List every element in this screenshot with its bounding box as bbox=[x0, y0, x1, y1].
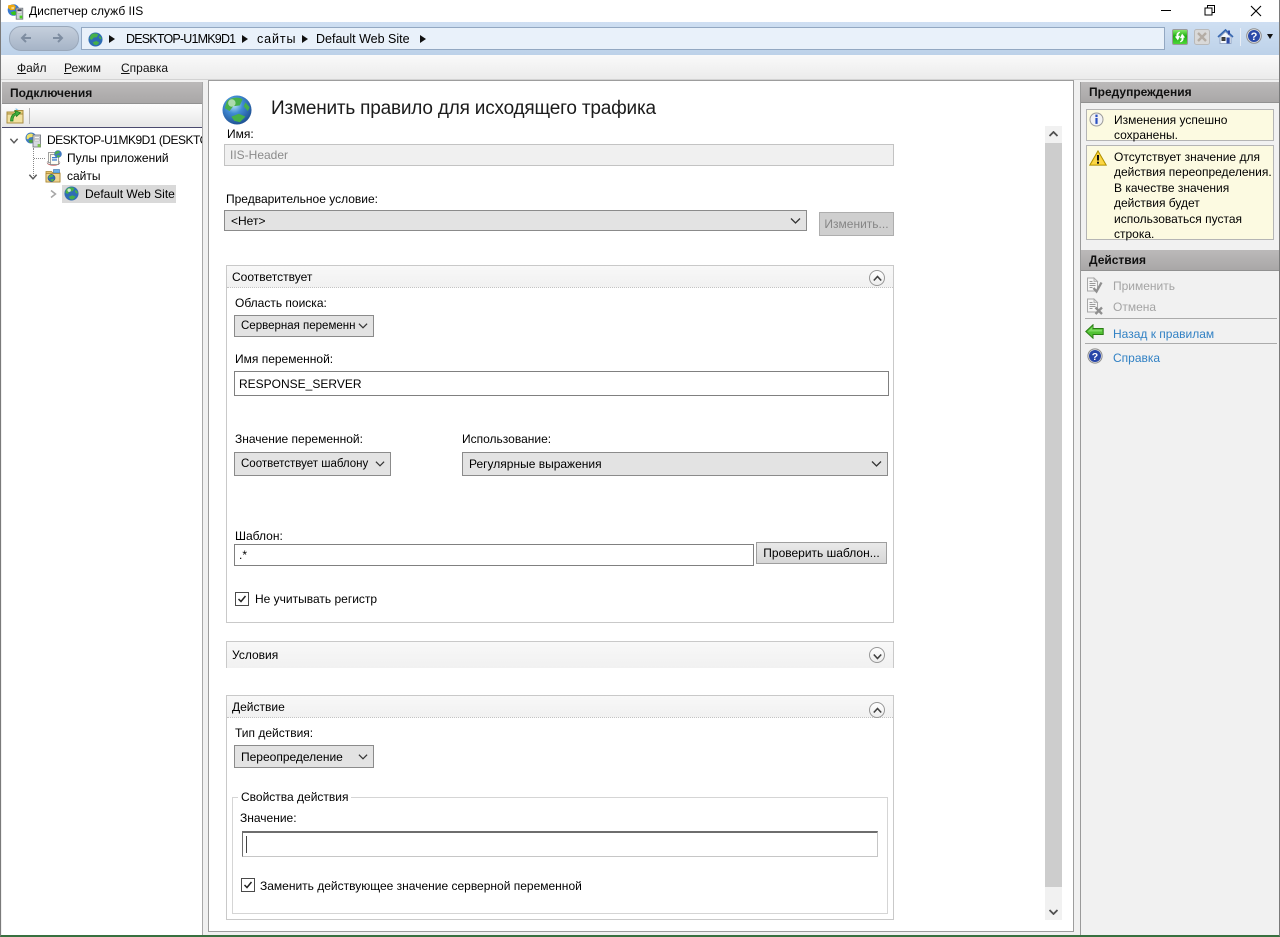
svg-text:?: ? bbox=[1251, 31, 1258, 43]
svg-text:?: ? bbox=[1092, 351, 1098, 363]
